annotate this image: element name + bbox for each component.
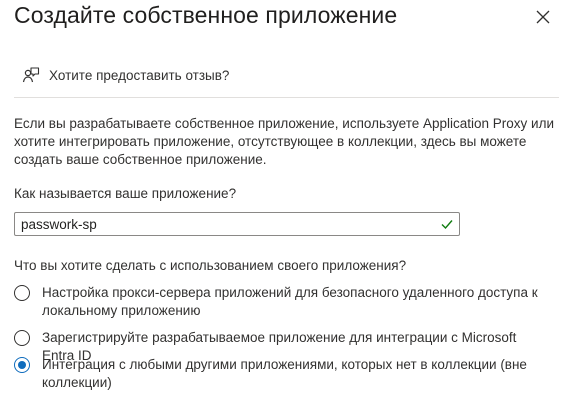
radio-button[interactable] bbox=[14, 285, 30, 301]
app-name-input[interactable] bbox=[21, 215, 421, 233]
purpose-label: Что вы хотите сделать с использованием с… bbox=[14, 258, 407, 273]
close-button[interactable] bbox=[532, 6, 554, 28]
description-text: Если вы разрабатываете собственное прило… bbox=[14, 116, 555, 167]
app-name-label: Как называется ваше приложение? bbox=[14, 186, 237, 201]
close-icon bbox=[536, 10, 550, 24]
purpose-option-non-gallery[interactable]: Интеграция с любыми другими приложениями… bbox=[14, 356, 542, 392]
radio-label: Настройка прокси-сервера приложений для … bbox=[42, 285, 538, 318]
checkmark-icon bbox=[441, 220, 453, 230]
feedback-person-icon bbox=[22, 66, 40, 84]
radio-label: Интеграция с любыми другими приложениями… bbox=[42, 357, 527, 390]
feedback-label: Хотите предоставить отзыв? bbox=[49, 67, 230, 83]
app-name-field[interactable] bbox=[14, 212, 460, 236]
feedback-link[interactable]: Хотите предоставить отзыв? bbox=[22, 66, 229, 84]
dialog-title: Создайте собственное приложение bbox=[14, 2, 398, 28]
radio-button[interactable] bbox=[14, 330, 30, 346]
purpose-option-app-proxy[interactable]: Настройка прокси-сервера приложений для … bbox=[14, 284, 542, 320]
radio-button-selected[interactable] bbox=[14, 357, 30, 373]
divider bbox=[14, 97, 559, 98]
